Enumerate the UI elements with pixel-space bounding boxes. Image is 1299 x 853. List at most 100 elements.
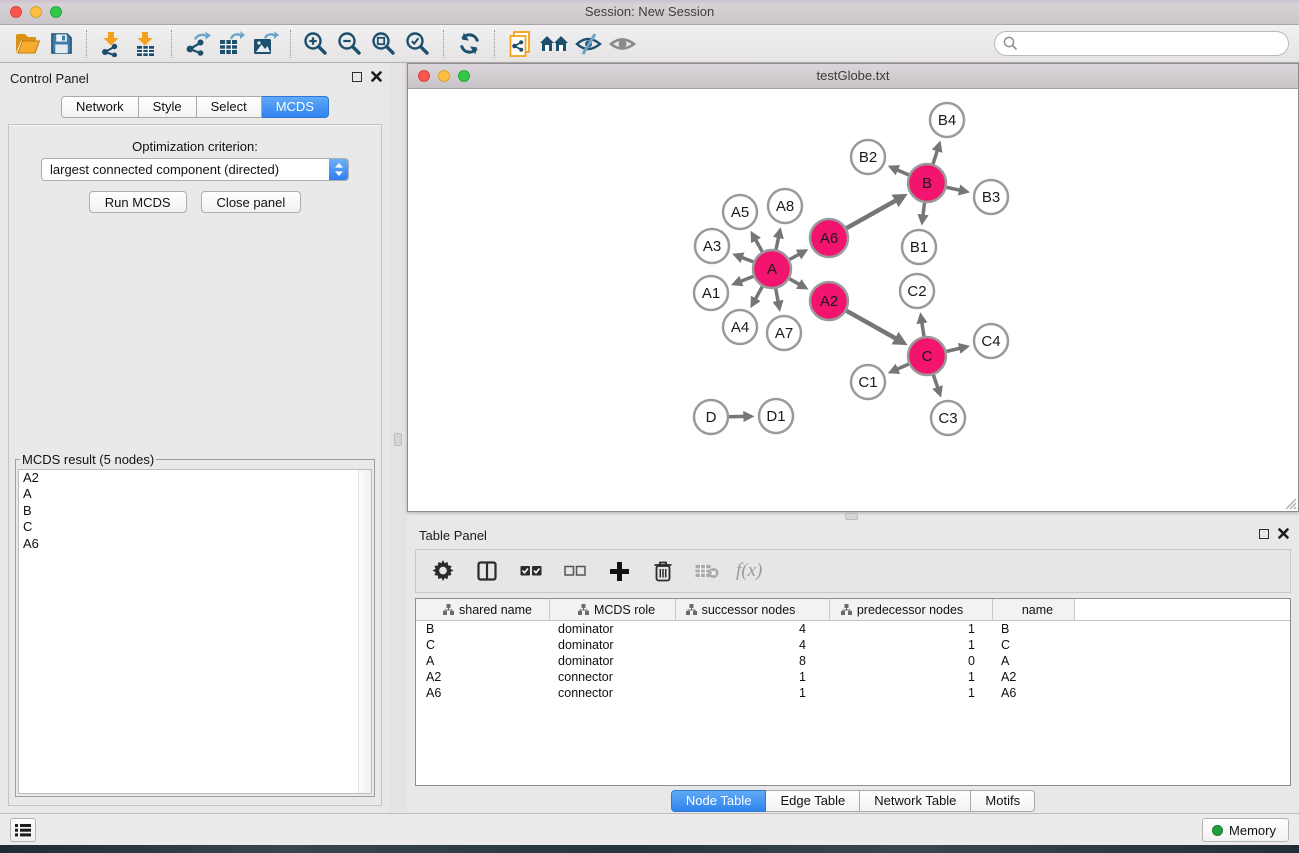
show-all-icon[interactable] [605, 28, 639, 60]
graph-node-label-D1: D1 [766, 408, 785, 425]
network-graph[interactable]: B4B2BB3A5A8A6A3B1AA1C2A2A4A7C4CC1C3DD1 [408, 89, 1298, 511]
zoom-fit-icon[interactable] [367, 28, 401, 60]
run-mcds-button[interactable]: Run MCDS [89, 191, 187, 213]
criterion-dropdown[interactable]: largest connected component (directed) [41, 158, 349, 181]
export-image-icon[interactable] [248, 28, 282, 60]
close-panel-button[interactable]: Close panel [201, 191, 302, 213]
export-table-icon[interactable] [214, 28, 248, 60]
column-type-icon [578, 604, 589, 615]
graph-edge-C-C3[interactable] [932, 372, 939, 393]
graph-node-label-C4: C4 [981, 333, 1000, 350]
tab-motifs[interactable]: Motifs [971, 790, 1035, 812]
toolbar-separator [443, 30, 444, 58]
graph-node-label-A: A [767, 261, 777, 278]
tab-style[interactable]: Style [139, 96, 197, 118]
hide-selected-icon[interactable] [571, 28, 605, 60]
graph-node-label-B1: B1 [910, 239, 928, 256]
search-input[interactable] [1023, 36, 1280, 51]
split-divider-grip[interactable] [394, 433, 402, 446]
mcds-result-item[interactable]: A2 [19, 470, 371, 486]
select-all-checkboxes-icon[interactable] [516, 556, 546, 586]
mcds-result-item[interactable]: A6 [19, 536, 371, 552]
table-row[interactable]: A dominator 8 0 A [416, 653, 1290, 669]
zoom-in-icon[interactable] [299, 28, 333, 60]
graph-edge-A6-B[interactable] [844, 197, 903, 230]
float-table-panel-icon[interactable] [1259, 529, 1269, 539]
mcds-result-list: A2 A B C A6 [18, 469, 372, 794]
graph-edge-A-A7[interactable] [775, 286, 779, 308]
graph-node-label-B4: B4 [938, 112, 956, 129]
table-options-icon[interactable] [428, 556, 458, 586]
network-window-title: testGlobe.txt [408, 68, 1298, 83]
mcds-result-item[interactable]: C [19, 519, 371, 535]
tab-node-table[interactable]: Node Table [671, 790, 767, 812]
node-table: shared name MCDS role successor nodes pr… [415, 598, 1291, 786]
graph-edge-B-B3[interactable] [944, 187, 966, 192]
tab-select[interactable]: Select [197, 96, 262, 118]
graph-edge-A-A1[interactable] [735, 275, 756, 283]
search-box[interactable] [994, 31, 1289, 56]
column-header-predecessor-nodes[interactable]: predecessor nodes [830, 599, 993, 620]
dropdown-stepper-icon [329, 159, 348, 180]
deselect-all-checkboxes-icon[interactable] [560, 556, 590, 586]
import-network-icon[interactable] [95, 28, 129, 60]
mcds-result-item[interactable]: A [19, 486, 371, 502]
tab-edge-table[interactable]: Edge Table [766, 790, 860, 812]
new-network-from-selection-icon[interactable] [503, 28, 537, 60]
table-row[interactable]: B dominator 4 1 B [416, 621, 1290, 637]
table-row[interactable]: A2 connector 1 1 A2 [416, 669, 1290, 685]
panel-split-divider[interactable] [390, 63, 407, 812]
tab-mcds[interactable]: MCDS [262, 96, 329, 118]
zoom-out-icon[interactable] [333, 28, 367, 60]
show-task-history-button[interactable] [10, 818, 36, 842]
column-header-mcds-role[interactable]: MCDS role [550, 599, 676, 620]
import-table-icon[interactable] [129, 28, 163, 60]
toolbar-separator [171, 30, 172, 58]
show-columns-icon[interactable] [472, 556, 502, 586]
network-window-titlebar[interactable]: testGlobe.txt [408, 64, 1298, 89]
table-row[interactable]: A6 connector 1 1 A6 [416, 685, 1290, 701]
graph-edge-C-C2[interactable] [921, 317, 924, 340]
graph-node-label-A2: A2 [820, 293, 838, 310]
graph-edge-A2-C[interactable] [844, 309, 903, 342]
delete-table-icon[interactable] [692, 556, 722, 586]
open-session-icon[interactable] [10, 28, 44, 60]
graph-edge-A-A4[interactable] [753, 284, 764, 304]
close-table-panel-icon[interactable] [1278, 528, 1289, 539]
control-panel: Control Panel Network Style Select MCDS … [0, 63, 390, 812]
criterion-dropdown-value: largest connected component (directed) [42, 162, 329, 177]
close-panel-icon[interactable] [371, 71, 382, 82]
column-header-shared-name[interactable]: shared name [416, 599, 550, 620]
table-tabs: Node Table Edge Table Network Table Moti… [407, 790, 1299, 812]
refresh-view-icon[interactable] [452, 28, 486, 60]
graph-node-label-A8: A8 [776, 198, 794, 215]
float-panel-icon[interactable] [352, 72, 362, 82]
window-titlebar: Session: New Session [0, 0, 1299, 25]
main-toolbar [0, 25, 1299, 63]
tab-network-table[interactable]: Network Table [860, 790, 971, 812]
horizontal-split-grip[interactable] [845, 513, 858, 520]
memory-button[interactable]: Memory [1202, 818, 1289, 842]
graph-edge-B-B4[interactable] [932, 145, 939, 167]
graph-node-label-C1: C1 [858, 374, 877, 391]
graph-edge-C-C4[interactable] [944, 347, 966, 352]
zoom-selected-icon[interactable] [401, 28, 435, 60]
export-network-icon[interactable] [180, 28, 214, 60]
network-canvas[interactable]: B4B2BB3A5A8A6A3B1AA1C2A2A4A7C4CC1C3DD1 [408, 89, 1298, 511]
mcds-result-item[interactable]: B [19, 503, 371, 519]
search-icon [1003, 36, 1018, 51]
window-resize-grip[interactable] [1284, 497, 1297, 510]
graph-node-label-B2: B2 [859, 149, 877, 166]
graph-edge-A-A5[interactable] [753, 235, 764, 255]
create-column-icon[interactable] [604, 556, 634, 586]
table-row[interactable]: C dominator 4 1 C [416, 637, 1290, 653]
delete-columns-icon[interactable] [648, 556, 678, 586]
first-neighbors-icon[interactable] [537, 28, 571, 60]
save-session-icon[interactable] [44, 28, 78, 60]
tab-network[interactable]: Network [61, 96, 139, 118]
column-header-successor-nodes[interactable]: successor nodes [676, 599, 830, 620]
result-list-scrollbar[interactable] [358, 470, 371, 793]
column-header-name[interactable]: name [993, 599, 1075, 620]
graph-node-label-B3: B3 [982, 189, 1000, 206]
function-builder-icon[interactable]: f(x) [736, 556, 762, 586]
